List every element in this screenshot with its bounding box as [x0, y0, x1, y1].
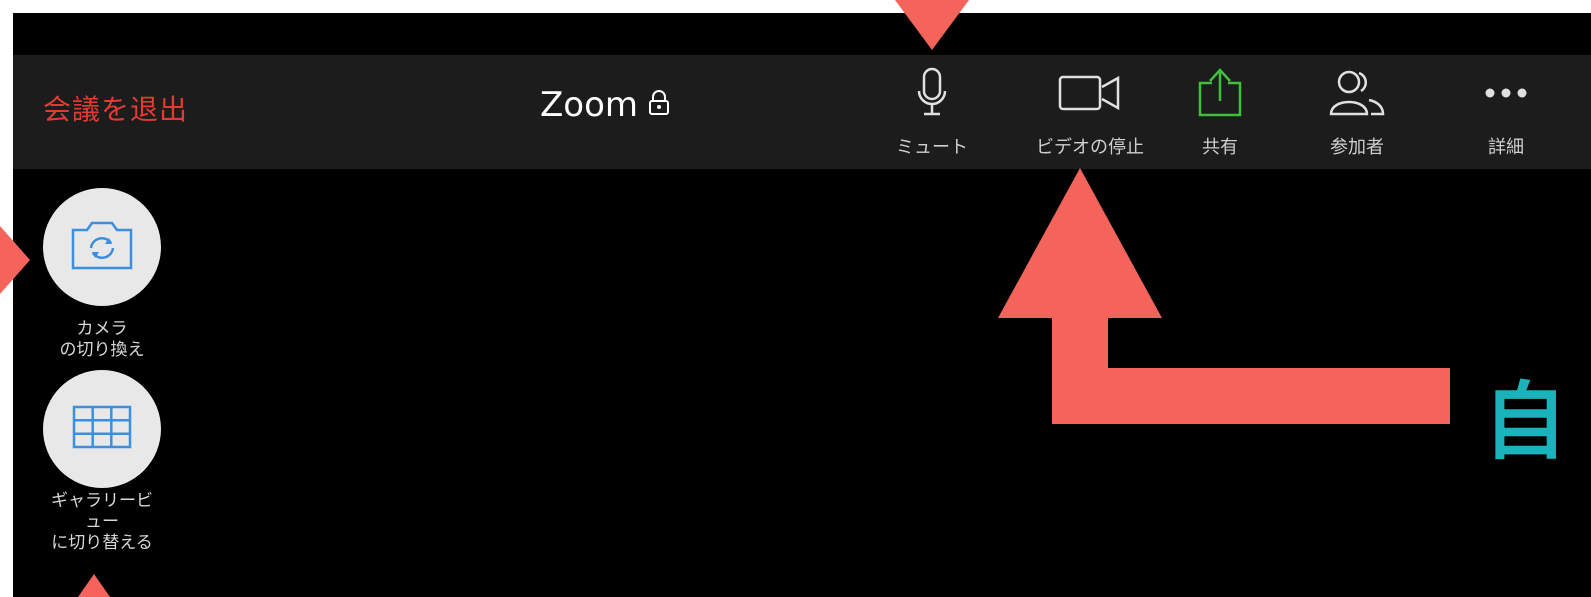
- left-arrow: [0, 226, 30, 294]
- top-arrow: [895, 0, 969, 50]
- video-pointer-arrow: [998, 168, 1450, 424]
- annotation-arrows: [0, 0, 1450, 597]
- bottom-arrow: [78, 574, 110, 597]
